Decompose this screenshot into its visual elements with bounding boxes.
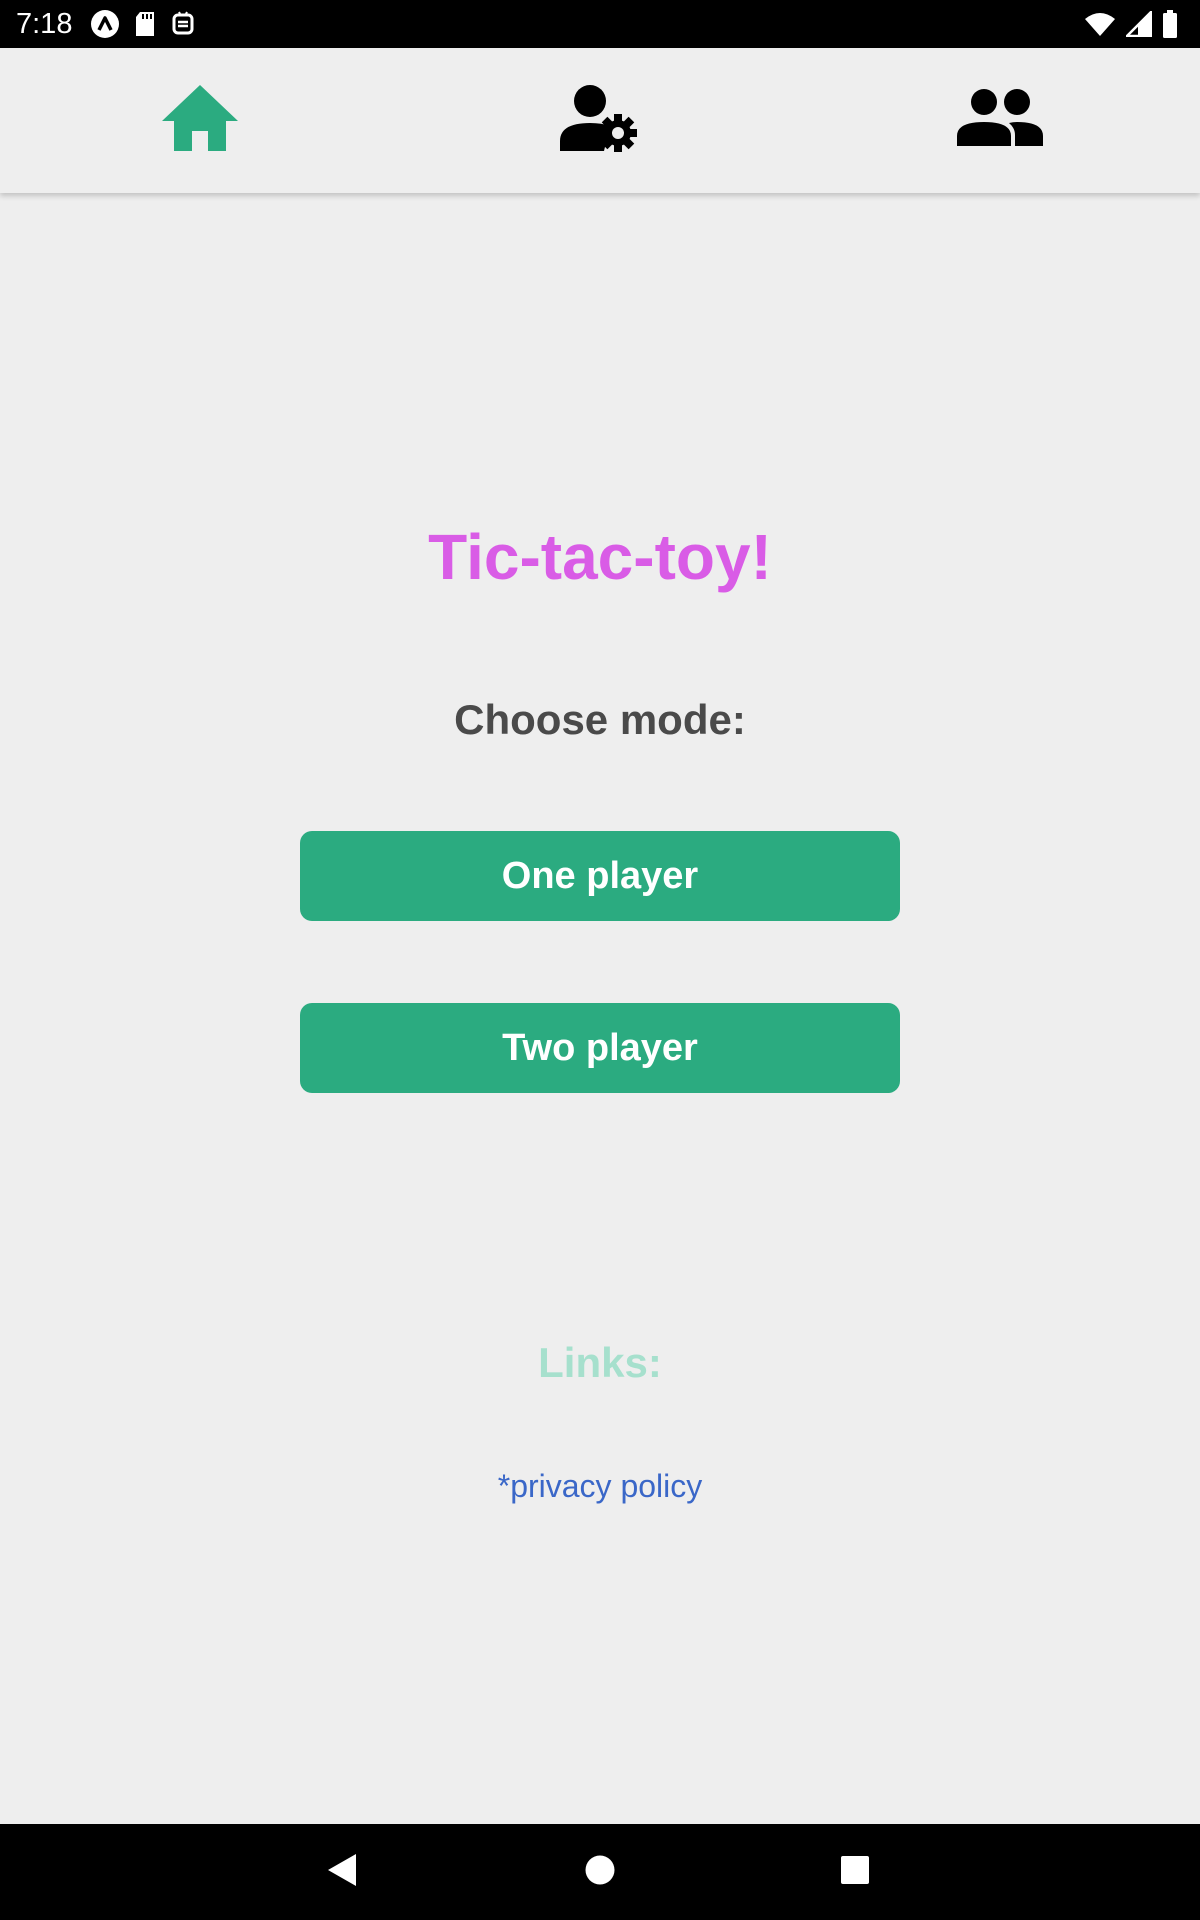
app-title: Tic-tac-toy! [428, 521, 772, 593]
status-bar: 7:18 [0, 0, 1200, 48]
back-icon [326, 1853, 358, 1892]
app-notification-icon [90, 9, 120, 39]
system-home-button[interactable] [552, 1824, 648, 1920]
system-back-button[interactable] [294, 1824, 390, 1920]
wifi-icon [1084, 11, 1116, 37]
user-settings-icon [560, 83, 640, 158]
system-recents-button[interactable] [807, 1824, 903, 1920]
home-circle-icon [584, 1854, 616, 1891]
status-time: 7:18 [16, 8, 73, 40]
nav-tab-home[interactable] [150, 48, 250, 193]
battery-icon [1162, 10, 1178, 38]
two-player-button[interactable]: Two player [300, 1003, 900, 1093]
recents-icon [840, 1855, 870, 1890]
app-screen: 7:18 Tic-tac-toy! Choose mode: One playe… [0, 0, 1200, 1920]
cell-signal-icon [1126, 11, 1152, 37]
nav-tab-friends[interactable] [950, 48, 1050, 193]
system-navigation-bar [0, 1824, 1200, 1920]
sd-card-icon [134, 11, 156, 37]
nav-tab-profile-settings[interactable] [550, 48, 650, 193]
home-icon [160, 83, 240, 158]
links-heading: Links: [538, 1339, 662, 1386]
status-right-icons [1084, 8, 1178, 40]
privacy-policy-row: *privacy policy [0, 1466, 1200, 1506]
one-player-button[interactable]: One player [300, 831, 900, 921]
people-icon [957, 88, 1043, 153]
choose-mode-label: Choose mode: [454, 696, 746, 743]
status-left-icons [90, 8, 196, 40]
top-navigation [0, 48, 1200, 193]
privacy-policy-link[interactable]: *privacy policy [498, 1468, 703, 1504]
debug-icon [170, 11, 196, 37]
